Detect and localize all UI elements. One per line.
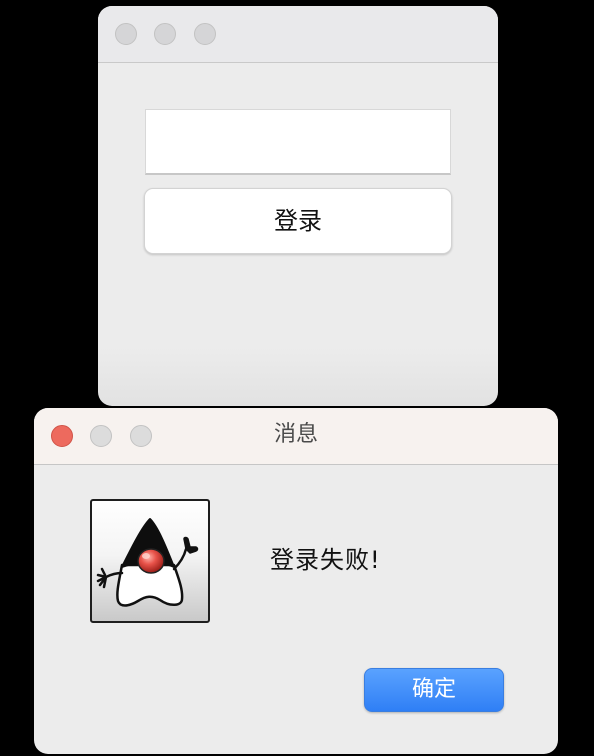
minimize-window-button[interactable]: [154, 23, 176, 45]
java-duke-icon: [90, 499, 210, 623]
message-dialog: 消息 登录失败! 确定: [34, 408, 558, 754]
login-window: 登录: [98, 6, 498, 406]
login-window-titlebar: [98, 6, 498, 63]
close-dialog-button[interactable]: [51, 425, 73, 447]
zoom-window-button[interactable]: [194, 23, 216, 45]
minimize-dialog-button[interactable]: [90, 425, 112, 447]
ok-button[interactable]: 确定: [364, 668, 504, 712]
username-input[interactable]: [145, 109, 451, 175]
zoom-dialog-button[interactable]: [130, 425, 152, 447]
message-dialog-titlebar: 消息: [34, 408, 558, 465]
error-message: 登录失败!: [270, 546, 381, 574]
login-button[interactable]: 登录: [144, 188, 452, 254]
close-window-button[interactable]: [115, 23, 137, 45]
dialog-title: 消息: [273, 422, 318, 447]
